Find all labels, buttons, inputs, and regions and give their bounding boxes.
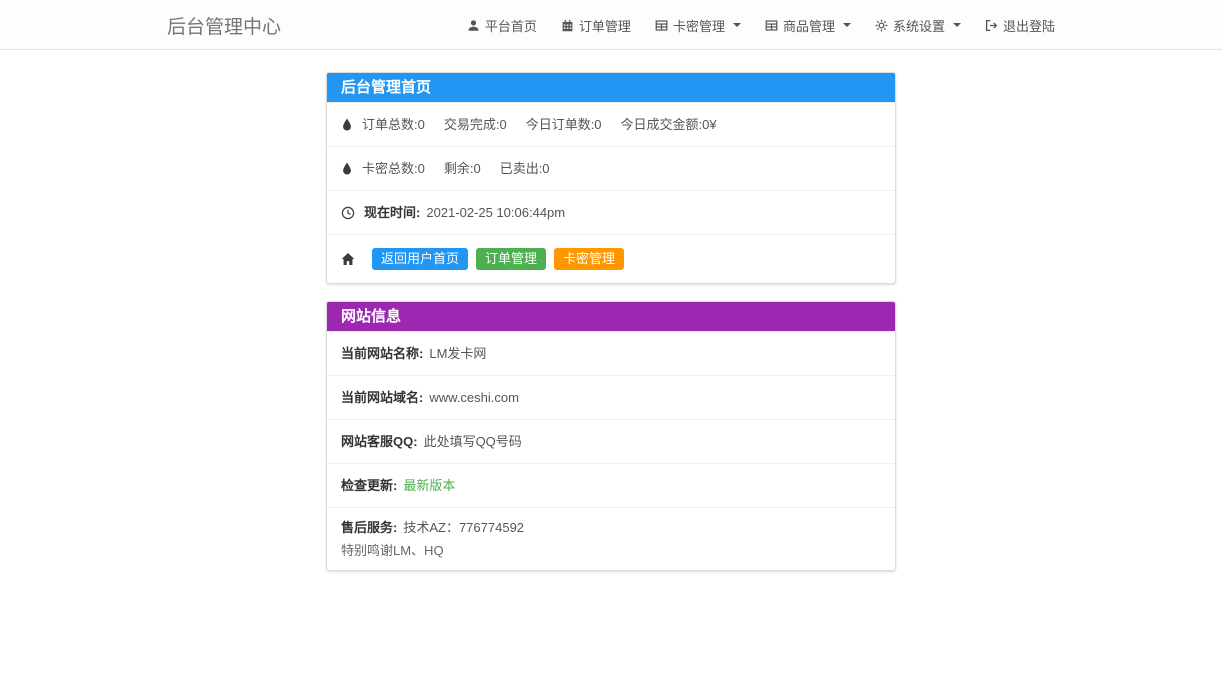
- site-domain-label: 当前网站域名:: [341, 389, 423, 406]
- calendar-icon: [561, 19, 574, 32]
- card-key-management-button[interactable]: 卡密管理: [554, 248, 624, 270]
- home-icon: [341, 252, 355, 266]
- admin-home-panel: 后台管理首页 订单总数:0 交易完成:0 今日订单数:0 今日成交金额:0¥ 卡…: [326, 72, 896, 284]
- current-time-value: 2021-02-25 10:06:44pm: [426, 204, 565, 221]
- table-icon: [765, 19, 778, 32]
- clock-icon: [341, 206, 355, 220]
- nav-item-label: 退出登陆: [1003, 16, 1055, 35]
- site-name-value: LM发卡网: [429, 345, 486, 362]
- stat-order-total: 订单总数:0: [362, 116, 425, 133]
- stat-card-total: 卡密总数:0: [362, 160, 425, 177]
- service-qq-label: 网站客服QQ:: [341, 433, 418, 450]
- site-domain-row: 当前网站域名: www.ceshi.com: [327, 375, 895, 419]
- stat-today-amount: 今日成交金额:0¥: [621, 116, 717, 133]
- navbar-container: 后台管理中心 平台首页 订单管理 卡密管理: [167, 0, 1055, 50]
- latest-version-link[interactable]: 最新版本: [403, 477, 455, 494]
- after-sales-label: 售后服务:: [341, 519, 397, 536]
- chevron-down-icon: [953, 23, 961, 27]
- current-time-row: 现在时间: 2021-02-25 10:06:44pm: [327, 190, 895, 234]
- nav-item-label: 订单管理: [579, 16, 631, 35]
- nav-item-label: 商品管理: [783, 16, 835, 35]
- stat-card-remaining: 剩余:0: [444, 160, 481, 177]
- shortcut-buttons-row: 返回用户首页 订单管理 卡密管理: [327, 234, 895, 283]
- table-icon: [655, 19, 668, 32]
- current-time-label: 现在时间:: [364, 204, 420, 221]
- nav-item-product-management[interactable]: 商品管理: [765, 16, 851, 35]
- site-name-row: 当前网站名称: LM发卡网: [327, 331, 895, 375]
- top-navbar: 后台管理中心 平台首页 订单管理 卡密管理: [0, 0, 1222, 50]
- check-update-label: 检查更新:: [341, 477, 397, 494]
- stat-today-orders: 今日订单数:0: [526, 116, 602, 133]
- nav-item-order-management[interactable]: 订单管理: [561, 16, 631, 35]
- nav-item-label: 系统设置: [893, 16, 945, 35]
- stat-completed-trades: 交易完成:0: [444, 116, 507, 133]
- user-icon: [467, 19, 480, 32]
- main-nav: 平台首页 订单管理 卡密管理 商品管理: [467, 16, 1055, 35]
- card-stats-row: 卡密总数:0 剩余:0 已卖出:0: [327, 146, 895, 190]
- nav-item-platform-home[interactable]: 平台首页: [467, 16, 537, 35]
- after-sales-row: 售后服务: 技术AZ：776774592 特别鸣谢LM、HQ: [327, 507, 895, 570]
- chevron-down-icon: [733, 23, 741, 27]
- service-qq-row: 网站客服QQ: 此处填写QQ号码: [327, 419, 895, 463]
- drop-icon: [341, 118, 353, 132]
- admin-panel-heading: 后台管理首页: [327, 73, 895, 102]
- order-stats-row: 订单总数:0 交易完成:0 今日订单数:0 今日成交金额:0¥: [327, 102, 895, 146]
- service-qq-value: 此处填写QQ号码: [424, 433, 522, 450]
- site-info-heading: 网站信息: [327, 302, 895, 331]
- after-sales-line2: 特别鸣谢LM、HQ: [341, 542, 444, 559]
- nav-item-label: 平台首页: [485, 16, 537, 35]
- drop-icon: [341, 162, 353, 176]
- site-info-panel: 网站信息 当前网站名称: LM发卡网 当前网站域名: www.ceshi.com…: [326, 301, 896, 571]
- after-sales-value: 技术AZ：776774592: [403, 519, 524, 536]
- logout-icon: [985, 19, 998, 32]
- nav-item-card-key-management[interactable]: 卡密管理: [655, 16, 741, 35]
- check-update-row: 检查更新: 最新版本: [327, 463, 895, 507]
- brand-title[interactable]: 后台管理中心: [167, 12, 281, 39]
- nav-item-logout[interactable]: 退出登陆: [985, 16, 1055, 35]
- nav-item-system-settings[interactable]: 系统设置: [875, 16, 961, 35]
- nav-item-label: 卡密管理: [673, 16, 725, 35]
- chevron-down-icon: [843, 23, 851, 27]
- after-sales-line1: 售后服务: 技术AZ：776774592: [341, 519, 524, 536]
- site-domain-value: www.ceshi.com: [429, 389, 519, 406]
- back-to-user-home-button[interactable]: 返回用户首页: [372, 248, 468, 270]
- site-name-label: 当前网站名称:: [341, 345, 423, 362]
- gear-icon: [875, 19, 888, 32]
- order-management-button[interactable]: 订单管理: [476, 248, 546, 270]
- stat-card-sold: 已卖出:0: [500, 160, 550, 177]
- main-content: 后台管理首页 订单总数:0 交易完成:0 今日订单数:0 今日成交金额:0¥ 卡…: [326, 72, 896, 628]
